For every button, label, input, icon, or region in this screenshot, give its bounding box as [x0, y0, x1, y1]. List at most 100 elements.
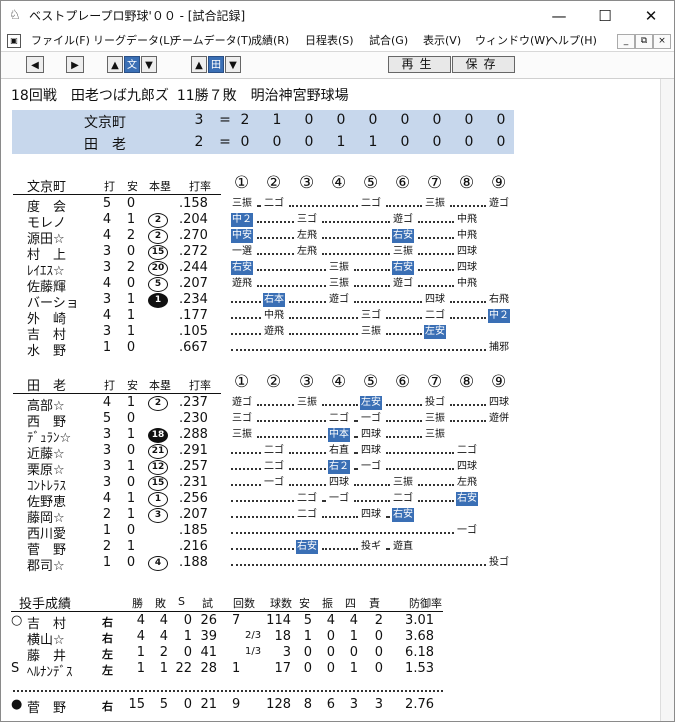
hits: 1: [126, 292, 136, 307]
title-bar: ♘ ベストプレープロ野球'００ - [試合記録] — ☐ ✕: [1, 1, 674, 31]
hits-allowed: 1: [303, 629, 312, 644]
throwing-hand: 左: [102, 648, 113, 661]
leader-dots: [418, 484, 454, 486]
document-icon[interactable]: ▣: [7, 34, 21, 48]
earned-runs: 0: [374, 629, 383, 644]
baseball-cap-icon: ♘: [9, 8, 21, 23]
at-bat-result: 四球: [425, 294, 445, 305]
at-bat-result: 三振: [297, 397, 317, 408]
at-bat-result: 右安: [456, 492, 478, 506]
at-bat-result: 三振: [361, 326, 381, 337]
at-bat-result: 二ゴ: [264, 461, 284, 472]
pitching-header: 責: [369, 597, 380, 610]
at-bat-result: 中安: [231, 229, 253, 243]
menu-item[interactable]: 表示(V): [423, 34, 461, 48]
saves: 0: [183, 613, 192, 628]
throwing-hand: 右: [102, 632, 113, 645]
batting-average: .256: [179, 491, 208, 506]
strikeouts: 0: [326, 661, 335, 676]
batting-average: .188: [179, 555, 208, 570]
leader-dots: [257, 221, 294, 223]
hits: 1: [126, 491, 136, 506]
bun-team-toggle[interactable]: 文: [124, 56, 140, 73]
hits: 1: [126, 308, 136, 323]
at-bats: 3: [102, 260, 112, 275]
next-arrow-icon[interactable]: ▶: [66, 56, 84, 73]
games: 28: [200, 661, 217, 676]
at-bats: 1: [102, 340, 112, 355]
hits: 1: [126, 212, 136, 227]
maximize-button[interactable]: ☐: [582, 1, 628, 31]
at-bat-result: 捕邪: [489, 342, 509, 353]
mdi-minimize-button[interactable]: _: [617, 34, 635, 49]
play-button[interactable]: 再生: [388, 56, 451, 73]
at-bat-result: 左飛: [297, 230, 317, 241]
vertical-scrollbar[interactable]: [660, 79, 674, 721]
at-bat-result: 二ゴ: [329, 413, 349, 424]
at-bats: 5: [102, 196, 112, 211]
mdi-close-button[interactable]: ×: [653, 34, 671, 49]
pitching-header: S: [178, 595, 185, 608]
at-bats: 2: [102, 507, 112, 522]
at-bat-result: 遊ゴ: [329, 294, 349, 305]
menu-item[interactable]: 成績(R): [251, 34, 289, 48]
at-bat-result: 中飛: [457, 230, 477, 241]
at-bat-result: 二ゴ: [425, 310, 445, 321]
leader-dots: [418, 269, 454, 271]
minimize-button[interactable]: —: [536, 1, 582, 31]
inning-column-mark: ⑦: [427, 372, 443, 392]
throwing-hand: 右: [102, 616, 113, 629]
leader-dots: [231, 317, 261, 319]
menu-item[interactable]: 試合(G): [369, 34, 408, 48]
inning-column-mark: ②: [266, 372, 282, 392]
strikeouts: 6: [326, 697, 335, 712]
up-arrow-icon[interactable]: ▲: [191, 56, 207, 73]
menu-item[interactable]: チームデータ(T): [171, 34, 252, 48]
menu-item[interactable]: 日程表(S): [305, 34, 354, 48]
walks: 1: [349, 629, 358, 644]
prev-arrow-icon[interactable]: ◀: [26, 56, 44, 73]
game-header: 18回戦 田老つば九郎ズ 11勝７敗 明治神宮野球場: [11, 85, 349, 105]
hits-allowed: 5: [303, 613, 312, 628]
heading-underline: [13, 194, 221, 195]
hits: 1: [126, 539, 136, 554]
hits: 1: [126, 427, 136, 442]
inning-column-mark: ⑦: [427, 173, 443, 193]
at-bat-result: 一ゴ: [329, 493, 349, 504]
walks: 0: [349, 645, 358, 660]
mdi-restore-button[interactable]: ⧉: [635, 34, 653, 49]
menu-item[interactable]: ウィンドウ(W): [475, 34, 549, 48]
batting-average: .231: [179, 475, 208, 490]
up-arrow-icon[interactable]: ▲: [107, 56, 123, 73]
at-bats: 3: [102, 443, 112, 458]
at-bat-result: 四球: [361, 445, 381, 456]
scoreboard-inning-score: 0: [336, 112, 346, 128]
at-bat-result: 右安: [296, 540, 318, 554]
leader-dots: [231, 349, 486, 351]
pitch-count: 17: [274, 661, 291, 676]
at-bat-result: 四球: [489, 397, 509, 408]
pitching-header: 四: [345, 597, 356, 610]
save-button[interactable]: 保存: [452, 56, 515, 73]
menu-item[interactable]: ファイル(F): [31, 34, 90, 48]
at-bat-result: 遊直: [393, 541, 413, 552]
at-bat-result: 中本: [328, 428, 350, 442]
losses: 4: [159, 613, 168, 628]
leader-dots: [418, 237, 454, 239]
close-button[interactable]: ✕: [628, 1, 674, 31]
pitching-header: 振: [322, 597, 333, 610]
menu-item[interactable]: ヘルプ(H): [547, 34, 597, 48]
home-run-count: 2: [148, 213, 168, 228]
batting-average: .230: [179, 411, 208, 426]
ta-team-toggle[interactable]: 田: [208, 56, 224, 73]
down-arrow-icon[interactable]: ▼: [225, 56, 241, 73]
down-arrow-icon[interactable]: ▼: [141, 56, 157, 73]
innings-pitched: 7: [232, 613, 241, 628]
pitching-header: 敗: [155, 597, 166, 610]
leader-dots: [231, 532, 454, 534]
pitch-count: 114: [266, 613, 291, 628]
leader-dots: [354, 285, 390, 287]
leader-dots: [289, 205, 358, 207]
menu-item[interactable]: リーグデータ(L): [93, 34, 174, 48]
throwing-hand: 左: [102, 664, 113, 677]
